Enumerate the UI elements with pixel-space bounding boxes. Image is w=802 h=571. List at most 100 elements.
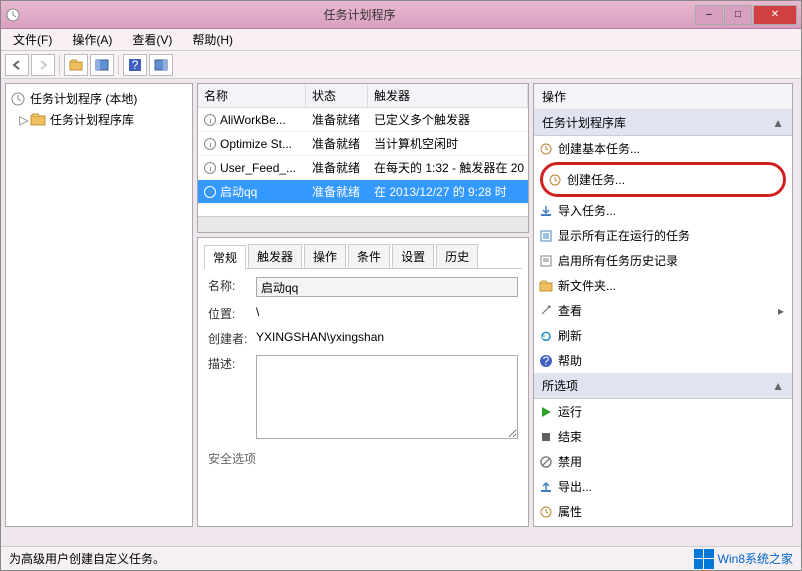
tab-general[interactable]: 常规 (204, 245, 246, 269)
clock-icon (538, 141, 554, 157)
maximize-button[interactable]: □ (724, 5, 752, 25)
clock-icon (10, 91, 26, 107)
clock-icon (547, 172, 563, 188)
action-delete[interactable]: 删除 (534, 524, 792, 526)
actions-pane-title: 操作 (534, 84, 792, 110)
tab-settings[interactable]: 设置 (392, 244, 434, 268)
action-clock[interactable]: 创建任务... (547, 167, 779, 192)
stop-icon (538, 429, 554, 445)
actions-pane: 操作 任务计划程序库 ▲ 创建基本任务... 创建任务... 导入任务... 显示所有… (533, 83, 793, 527)
menu-view[interactable]: 查看(V) (128, 29, 176, 50)
svg-text:?: ? (543, 354, 550, 368)
view-icon (538, 303, 554, 319)
forward-button[interactable] (31, 54, 55, 76)
refresh-icon (538, 328, 554, 344)
tab-actions[interactable]: 操作 (304, 244, 346, 268)
watermark: Win8系统之家 (694, 549, 793, 569)
clock-icon (204, 162, 216, 174)
action-label: 新文件夹... (558, 277, 616, 294)
general-form: 名称: 位置: \ 创建者: YXINGSHAN\yxingshan 描述: 安… (204, 269, 522, 475)
menu-file[interactable]: 文件(F) (9, 29, 56, 50)
tab-conditions[interactable]: 条件 (348, 244, 390, 268)
menu-action[interactable]: 操作(A) (68, 29, 116, 50)
action-label: 刷新 (558, 327, 582, 344)
minimize-button[interactable]: – (695, 5, 723, 25)
location-value: \ (256, 305, 518, 319)
app-icon (5, 7, 21, 23)
expand-icon[interactable]: ▷ (18, 113, 30, 127)
collapse-icon: ▲ (772, 116, 784, 130)
actions-scroll[interactable]: 任务计划程序库 ▲ 创建基本任务... 创建任务... 导入任务... 显示所有正在运… (534, 110, 792, 526)
action-stop[interactable]: 结束 (534, 424, 792, 449)
action-label: 显示所有正在运行的任务 (558, 227, 690, 244)
export-icon (538, 479, 554, 495)
clock-icon (204, 186, 216, 198)
action-label: 查看 (558, 302, 582, 319)
action-refresh[interactable]: 刷新 (534, 323, 792, 348)
creator-label: 创建者: (208, 330, 256, 347)
action-folder[interactable]: 新文件夹... (534, 273, 792, 298)
detail-tabs: 常规 触发器 操作 条件 设置 历史 (204, 244, 522, 269)
action-import[interactable]: 导入任务... (534, 198, 792, 223)
desc-label: 描述: (208, 355, 256, 372)
task-list: 名称 状态 触发器 AliWorkBe... 准备就绪 已定义多个触发器 Opt… (197, 83, 529, 233)
clock-icon (204, 138, 216, 150)
action-label: 创建任务... (567, 171, 625, 188)
menu-help[interactable]: 帮助(H) (188, 29, 237, 50)
task-row-selected[interactable]: 启动qq 准备就绪 在 2013/12/27 的 9:28 时 (198, 180, 528, 204)
statusbar: 为高级用户创建自定义任务。 Win8系统之家 (1, 546, 801, 570)
section-selected[interactable]: 所选项 ▲ (534, 373, 792, 399)
tree-root[interactable]: 任务计划程序 (本地) (10, 88, 188, 109)
folder-up-button[interactable] (64, 54, 88, 76)
horizontal-scrollbar[interactable] (198, 216, 528, 232)
tree-library-label: 任务计划程序库 (50, 111, 134, 128)
titlebar: 任务计划程序 – □ ✕ (1, 1, 801, 29)
action-export[interactable]: 导出... (534, 474, 792, 499)
col-name[interactable]: 名称 (198, 84, 306, 107)
task-row[interactable]: AliWorkBe... 准备就绪 已定义多个触发器 (198, 108, 528, 132)
help-button[interactable]: ? (123, 54, 147, 76)
collapse-icon: ▲ (772, 379, 784, 393)
list-header: 名称 状态 触发器 (198, 84, 528, 108)
close-button[interactable]: ✕ (753, 5, 797, 25)
action-label: 导入任务... (558, 202, 616, 219)
col-status[interactable]: 状态 (306, 84, 368, 107)
action-view[interactable]: 查看 ▸ (534, 298, 792, 323)
help-icon: ? (538, 353, 554, 369)
panel-button-2[interactable] (149, 54, 173, 76)
action-clock[interactable]: 创建基本任务... (534, 136, 792, 161)
highlight-annotation: 创建任务... (540, 162, 786, 197)
action-props[interactable]: 属性 (534, 499, 792, 524)
action-disable[interactable]: 禁用 (534, 449, 792, 474)
folder-icon (538, 278, 554, 294)
tree-library[interactable]: ▷ 任务计划程序库 (10, 109, 188, 130)
action-help[interactable]: ?帮助 (534, 348, 792, 373)
tree-pane: 任务计划程序 (本地) ▷ 任务计划程序库 (5, 83, 193, 527)
action-run[interactable]: 运行 (534, 399, 792, 424)
action-tasks[interactable]: 显示所有正在运行的任务 (534, 223, 792, 248)
col-trigger[interactable]: 触发器 (368, 84, 528, 107)
action-label: 属性 (558, 503, 582, 520)
main-content: 任务计划程序 (本地) ▷ 任务计划程序库 名称 状态 触发器 AliWorkB… (1, 79, 801, 531)
panel-button[interactable] (90, 54, 114, 76)
name-label: 名称: (208, 277, 256, 294)
name-field[interactable] (256, 277, 518, 297)
action-history[interactable]: 启用所有任务历史记录 (534, 248, 792, 273)
submenu-arrow-icon: ▸ (778, 304, 784, 318)
task-row[interactable]: User_Feed_... 准备就绪 在每天的 1:32 - 触发器在 20 (198, 156, 528, 180)
tab-history[interactable]: 历史 (436, 244, 478, 268)
location-label: 位置: (208, 305, 256, 322)
tab-triggers[interactable]: 触发器 (248, 244, 302, 268)
section-library[interactable]: 任务计划程序库 ▲ (534, 110, 792, 136)
status-text: 为高级用户创建自定义任务。 (9, 550, 165, 567)
tasks-icon (538, 228, 554, 244)
props-icon (538, 504, 554, 520)
desc-field[interactable] (256, 355, 518, 439)
windows-logo-icon (694, 549, 714, 569)
task-row[interactable]: Optimize St... 准备就绪 当计算机空闲时 (198, 132, 528, 156)
back-button[interactable] (5, 54, 29, 76)
history-icon (538, 253, 554, 269)
center-pane: 名称 状态 触发器 AliWorkBe... 准备就绪 已定义多个触发器 Opt… (197, 83, 529, 527)
action-label: 运行 (558, 403, 582, 420)
toolbar: ? (1, 51, 801, 79)
